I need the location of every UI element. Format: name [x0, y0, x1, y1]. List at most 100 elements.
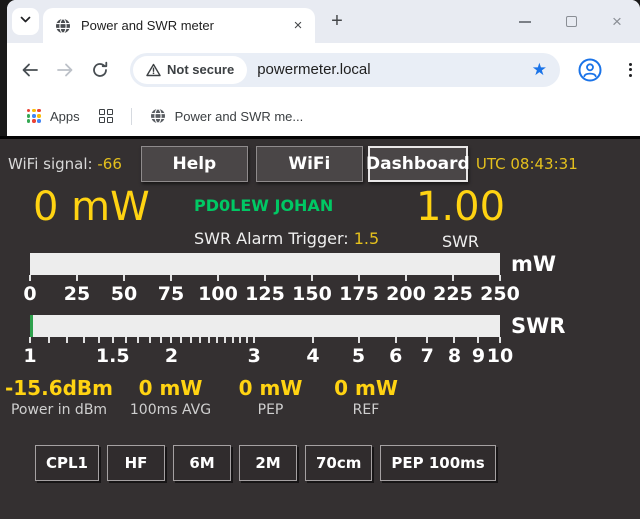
window-close-button[interactable]: ×: [594, 0, 640, 43]
band-button-row: CPL1 HF 6M 2M 70cm PEP 100ms: [35, 445, 496, 481]
wifi-signal-value: -66: [97, 155, 122, 173]
swr-scale-tick: [137, 337, 139, 343]
power-scale-tick: [170, 275, 172, 281]
power-scale-label: 75: [158, 283, 184, 305]
swr-scale-tick: [125, 337, 127, 343]
swr-scale-tick: [66, 337, 68, 343]
power-scale-label: 225: [433, 283, 473, 305]
tab-close-icon[interactable]: ×: [289, 17, 307, 35]
power-scale-label: 125: [245, 283, 285, 305]
new-tab-button[interactable]: +: [323, 8, 351, 36]
dashboard-button[interactable]: Dashboard: [368, 146, 468, 182]
profile-icon[interactable]: [577, 57, 603, 83]
maximize-button[interactable]: [548, 0, 594, 43]
6m-button[interactable]: 6M: [173, 445, 231, 481]
swr-meter-fill: [30, 315, 33, 337]
browser-tab[interactable]: Power and SWR meter ×: [43, 8, 315, 43]
minimize-button[interactable]: [502, 0, 548, 43]
power-scale-tick: [499, 275, 501, 281]
power-meter: mW 0255075100125150175200225250: [0, 253, 640, 311]
globe-favicon-icon: [55, 18, 71, 34]
power-scale-label: 175: [339, 283, 379, 305]
swr-scale-tick: [499, 337, 501, 343]
bookmark-item[interactable]: Power and SWR me...: [175, 109, 304, 124]
swr-scale-label: 1: [23, 345, 36, 367]
70cm-button[interactable]: 70cm: [305, 445, 372, 481]
power-scale-label: 250: [480, 283, 520, 305]
swr-scale-tick: [149, 337, 151, 343]
swr-scale-tick: [29, 337, 31, 343]
stat-pep-label: PEP: [223, 402, 318, 418]
swr-scale-tick: [98, 337, 100, 343]
apps-label[interactable]: Apps: [50, 109, 80, 124]
maximize-icon: [566, 16, 577, 27]
swr-scale-tick: [180, 337, 182, 343]
power-meter-bar: [30, 253, 500, 275]
swr-scale-tick: [199, 337, 201, 343]
power-scale-tick: [217, 275, 219, 281]
power-scale-tick: [264, 275, 266, 281]
power-meter-unit: mW: [511, 252, 556, 276]
back-button[interactable]: [17, 57, 43, 83]
power-scale-tick: [123, 275, 125, 281]
cpl1-button[interactable]: CPL1: [35, 445, 99, 481]
forward-button[interactable]: [52, 57, 78, 83]
swr-scale-tick: [358, 337, 360, 343]
stat-avg: 0 mW 100ms AVG: [118, 376, 223, 418]
swr-meter: SWR 11.52345678910: [0, 315, 640, 373]
stat-dbm-value: -15.6dBm: [0, 376, 118, 400]
swr-scale-label: 1.5: [96, 345, 130, 367]
swr-scale-tick: [83, 337, 85, 343]
power-scale-tick: [358, 275, 360, 281]
address-bar[interactable]: Not secure powermeter.local ★: [130, 53, 560, 87]
swr-scale-tick: [48, 337, 50, 343]
2m-button[interactable]: 2M: [239, 445, 297, 481]
swr-scale-tick: [453, 337, 455, 343]
swr-readout: 1.00: [416, 184, 505, 230]
tab-groups-icon[interactable]: [99, 109, 114, 124]
bookmarks-bar: Apps Power and SWR me...: [7, 96, 640, 136]
browser-window-chrome: Power and SWR meter × + × Not secure: [7, 0, 640, 136]
swr-scale-label: 4: [306, 345, 319, 367]
swr-scale-tick: [224, 337, 226, 343]
browser-toolbar: Not secure powermeter.local ★: [7, 43, 640, 96]
power-scale-label: 150: [292, 283, 332, 305]
swr-scale-label: 9: [472, 345, 485, 367]
power-scale-tick: [452, 275, 454, 281]
bookmark-globe-icon: [150, 108, 166, 124]
swr-scale-label: 7: [421, 345, 434, 367]
bookmark-star-icon[interactable]: ★: [532, 60, 547, 80]
swr-scale-label: 6: [389, 345, 402, 367]
security-chip[interactable]: Not secure: [133, 56, 247, 84]
reload-button[interactable]: [87, 57, 113, 83]
hf-button[interactable]: HF: [107, 445, 165, 481]
swr-scale-tick: [160, 337, 162, 343]
swr-scale-tick: [190, 337, 192, 343]
page-header-row: WiFi signal: -66 Help WiFi Dashboard UTC…: [0, 144, 640, 184]
browser-menu-button[interactable]: [621, 57, 639, 83]
stat-pep-value: 0 mW: [223, 376, 318, 400]
wifi-button[interactable]: WiFi: [256, 146, 363, 182]
swr-scale-tick: [395, 337, 397, 343]
security-label: Not secure: [167, 62, 234, 77]
power-scale-label: 0: [23, 283, 36, 305]
callsign: PD0LEW JOHAN: [194, 196, 333, 215]
bookmarks-separator: [131, 108, 132, 125]
power-scale-label: 25: [64, 283, 90, 305]
url-text[interactable]: powermeter.local: [257, 61, 532, 78]
swr-readout-wrap: 1.00: [413, 184, 508, 230]
apps-grid-icon[interactable]: [27, 109, 41, 123]
tab-search-button[interactable]: [12, 8, 39, 35]
swr-scale-tick: [170, 337, 172, 343]
pep-100ms-button[interactable]: PEP 100ms: [380, 445, 495, 481]
power-scale-tick: [29, 275, 31, 281]
power-scale-label: 50: [111, 283, 137, 305]
swr-scale-label: 10: [487, 345, 513, 367]
swr-caption: SWR: [413, 232, 508, 251]
help-button[interactable]: Help: [141, 146, 248, 182]
power-scale-label: 100: [198, 283, 238, 305]
swr-scale-label: 5: [352, 345, 365, 367]
tab-strip: Power and SWR meter × + ×: [7, 0, 640, 43]
swr-scale-tick: [312, 337, 314, 343]
swr-scale-tick: [253, 337, 255, 343]
